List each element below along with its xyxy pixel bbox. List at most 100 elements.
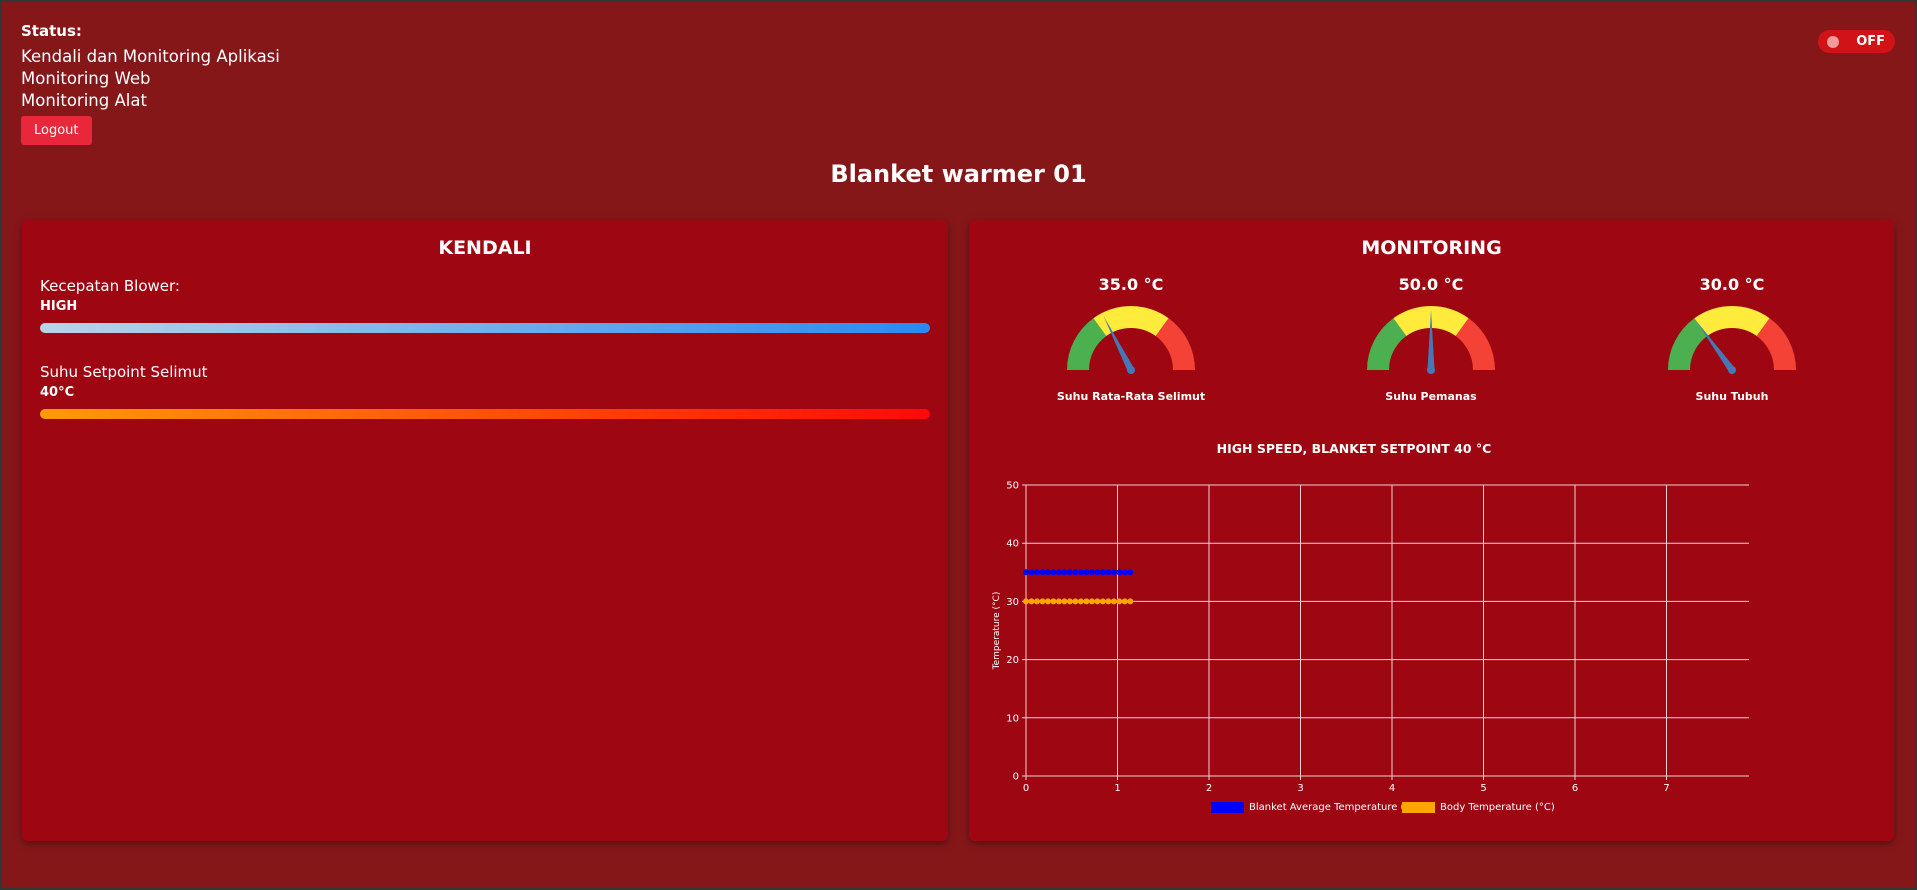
series-point: [1061, 598, 1068, 605]
series-point: [1077, 569, 1084, 576]
x-tick-label: 3: [1297, 783, 1303, 794]
x-tick-label: 0: [1023, 783, 1029, 794]
series-point: [1077, 598, 1084, 605]
gauge-body: 30.0 °C Suhu Tubuh: [1632, 275, 1832, 403]
nav-link-monitoring-web[interactable]: Monitoring Web: [21, 68, 280, 90]
toggle-label: OFF: [1856, 34, 1885, 49]
logout-button[interactable]: Logout: [21, 116, 92, 145]
series-point: [1028, 598, 1035, 605]
series-point: [1105, 569, 1112, 576]
series-point: [1127, 569, 1134, 576]
series-point: [1127, 598, 1134, 605]
series-point: [1116, 598, 1123, 605]
chart-title: HIGH SPEED, BLANKET SETPOINT 40 °C: [1216, 441, 1492, 456]
gauge-hub: [1728, 366, 1736, 374]
series-point: [1083, 569, 1090, 576]
series-point: [1094, 598, 1101, 605]
blower-speed-label: Kecepatan Blower:: [40, 277, 180, 295]
legend-label: Blanket Average Temperature (°C): [1249, 802, 1421, 813]
y-tick-label: 30: [1006, 597, 1019, 608]
gauge-hub: [1427, 366, 1435, 374]
y-tick-label: 0: [1013, 772, 1019, 783]
legend-label: Body Temperature (°C): [1440, 802, 1555, 813]
series-point: [1044, 569, 1051, 576]
x-tick-label: 6: [1572, 783, 1578, 794]
series-point: [1039, 569, 1046, 576]
setpoint-value: 40°C: [40, 385, 75, 400]
series-point: [1023, 569, 1029, 576]
legend-body-temperature[interactable]: Body Temperature (°C): [1402, 802, 1555, 813]
gauge-value: 35.0 °C: [1098, 275, 1164, 294]
series-point: [1110, 569, 1117, 576]
x-tick-label: 5: [1480, 783, 1486, 794]
legend-swatch: [1402, 802, 1435, 813]
kendali-title: KENDALI: [438, 237, 532, 259]
setpoint-label: Suhu Setpoint Selimut: [40, 363, 208, 381]
gauge-segment: [1694, 306, 1770, 337]
nav-link-monitoring-alat[interactable]: Monitoring Alat: [21, 90, 280, 112]
y-tick-label: 10: [1006, 713, 1019, 724]
x-tick-label: 1: [1114, 783, 1120, 794]
series-point: [1050, 569, 1057, 576]
gauge-hub: [1127, 366, 1135, 374]
series-point: [1099, 569, 1106, 576]
gauge-dial: [1067, 306, 1195, 374]
kendali-card: KENDALI Kecepatan Blower: HIGH Suhu Setp…: [22, 219, 948, 841]
series-point: [1072, 598, 1079, 605]
page-title: Blanket warmer 01: [830, 160, 1087, 188]
series-point: [1121, 598, 1128, 605]
series-point: [1061, 569, 1068, 576]
temperature-line-chart: 01234567801020304050Time every 5 minutes…: [992, 481, 1749, 794]
series-point: [1033, 569, 1040, 576]
gauge-dial: [1367, 306, 1495, 374]
series-point: [1039, 598, 1046, 605]
series-point: [1023, 598, 1029, 605]
x-tick-label: 4: [1389, 783, 1395, 794]
gauge-value: 50.0 °C: [1398, 275, 1464, 294]
gauge-label: Suhu Pemanas: [1385, 390, 1477, 403]
gauge-blanket-average: 35.0 °C Suhu Rata-Rata Selimut: [1031, 275, 1231, 403]
series-point: [1121, 569, 1128, 576]
status-title: Status:: [21, 22, 82, 40]
series-point: [1066, 569, 1073, 576]
y-tick-label: 40: [1006, 539, 1019, 550]
series-point: [1033, 598, 1040, 605]
power-toggle[interactable]: OFF: [1818, 30, 1895, 53]
series-point: [1088, 569, 1095, 576]
status-section: Status: Kendali dan Monitoring Aplikasi …: [21, 22, 280, 145]
y-tick-label: 20: [1006, 655, 1019, 666]
series-point: [1072, 569, 1079, 576]
series-point: [1099, 598, 1106, 605]
monitoring-card: MONITORING 35.0 °C Suhu Rata-Rata Selimu…: [969, 219, 1894, 841]
gauge-segment: [1093, 306, 1169, 337]
blower-speed-value: HIGH: [40, 299, 78, 314]
series-point: [1066, 598, 1073, 605]
series-point: [1055, 569, 1062, 576]
x-tick-label: 2: [1206, 783, 1212, 794]
series-point: [1055, 598, 1062, 605]
gauge-dial: [1668, 306, 1796, 374]
gauge-value: 30.0 °C: [1699, 275, 1765, 294]
series-point: [1094, 569, 1101, 576]
series-point: [1083, 598, 1090, 605]
gauge-label: Suhu Rata-Rata Selimut: [1056, 390, 1206, 403]
setpoint-slider[interactable]: [40, 409, 930, 419]
gauge-heater: 50.0 °C Suhu Pemanas: [1331, 275, 1531, 403]
monitoring-title: MONITORING: [1361, 237, 1502, 259]
x-tick-label: 7: [1663, 783, 1669, 794]
legend-blanket-average[interactable]: Blanket Average Temperature (°C): [1211, 802, 1420, 813]
legend-swatch: [1211, 802, 1244, 813]
series-point: [1088, 598, 1095, 605]
gauge-label: Suhu Tubuh: [1695, 390, 1769, 403]
series-point: [1105, 598, 1112, 605]
series-point: [1044, 598, 1051, 605]
series-point: [1110, 598, 1117, 605]
series-point: [1050, 598, 1057, 605]
series-point: [1116, 569, 1123, 576]
blower-speed-slider[interactable]: [40, 323, 930, 333]
y-axis-label: Temperature (°C): [992, 592, 1002, 671]
series-point: [1028, 569, 1035, 576]
nav-link-kendali-monitoring[interactable]: Kendali dan Monitoring Aplikasi: [21, 46, 280, 68]
y-tick-label: 50: [1006, 481, 1019, 492]
toggle-knob: [1827, 36, 1839, 48]
